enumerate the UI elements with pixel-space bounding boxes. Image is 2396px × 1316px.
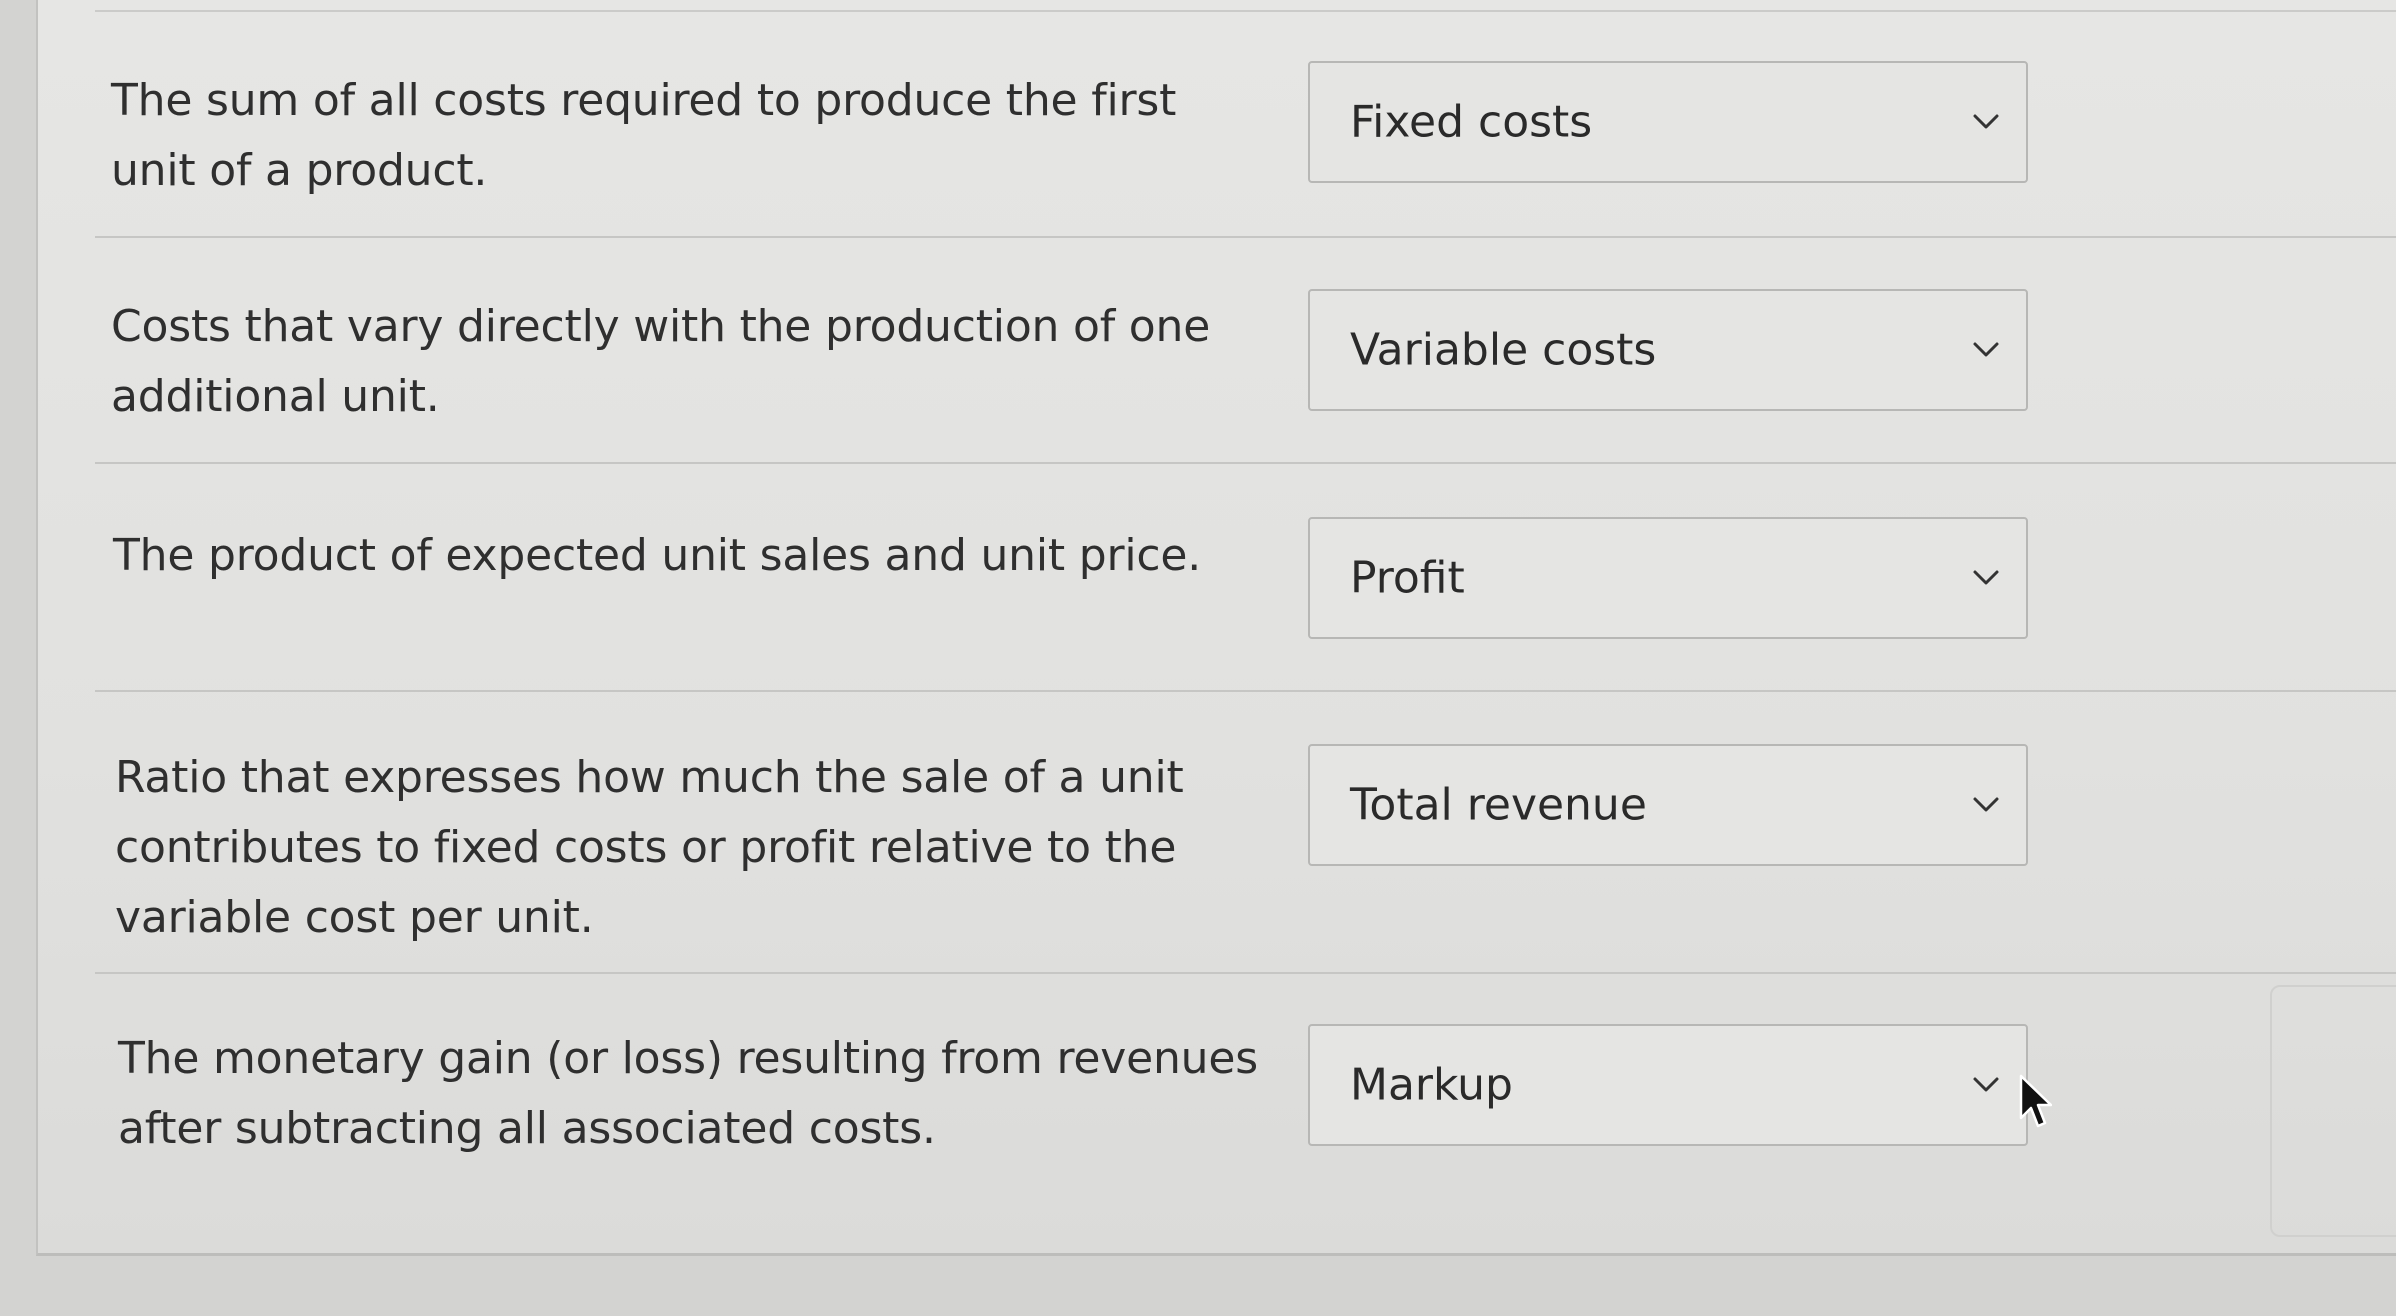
answer-dropdown-4[interactable]: Total revenue — [1308, 744, 2028, 866]
row-divider-4 — [95, 972, 2396, 974]
row-divider-2 — [95, 462, 2396, 464]
answer-dropdown-5[interactable]: Markup — [1308, 1024, 2028, 1146]
answer-dropdown-value-5: Markup — [1350, 1059, 1513, 1111]
answer-dropdown-3[interactable]: Profit — [1308, 517, 2028, 639]
chevron-down-icon — [1973, 342, 1999, 357]
chevron-down-icon — [1973, 570, 1999, 585]
answer-dropdown-value-3: Profit — [1350, 552, 1465, 604]
top-divider — [95, 10, 2396, 12]
question-prompt-3: The product of expected unit sales and u… — [113, 530, 1202, 581]
answer-dropdown-2[interactable]: Variable costs — [1308, 289, 2028, 411]
answer-dropdown-value-4: Total revenue — [1350, 779, 1647, 831]
row-divider-1 — [95, 236, 2396, 238]
question-prompt-4: Ratio that expresses how much the sale o… — [115, 752, 1184, 943]
answer-dropdown-value-2: Variable costs — [1350, 324, 1657, 376]
row-divider-3 — [95, 690, 2396, 692]
chevron-down-icon — [1973, 797, 1999, 812]
question-prompt-2: Costs that vary directly with the produc… — [111, 301, 1211, 422]
answer-dropdown-value-1: Fixed costs — [1350, 96, 1593, 148]
mouse-cursor-icon — [2019, 1074, 2052, 1128]
side-panel-edge — [2270, 985, 2396, 1237]
question-prompt-5: The monetary gain (or loss) resulting fr… — [118, 1033, 1258, 1154]
question-prompt-1: The sum of all costs required to produce… — [111, 75, 1177, 196]
chevron-down-icon — [1973, 114, 1999, 129]
answer-dropdown-1[interactable]: Fixed costs — [1308, 61, 2028, 183]
chevron-down-icon — [1973, 1077, 1999, 1092]
